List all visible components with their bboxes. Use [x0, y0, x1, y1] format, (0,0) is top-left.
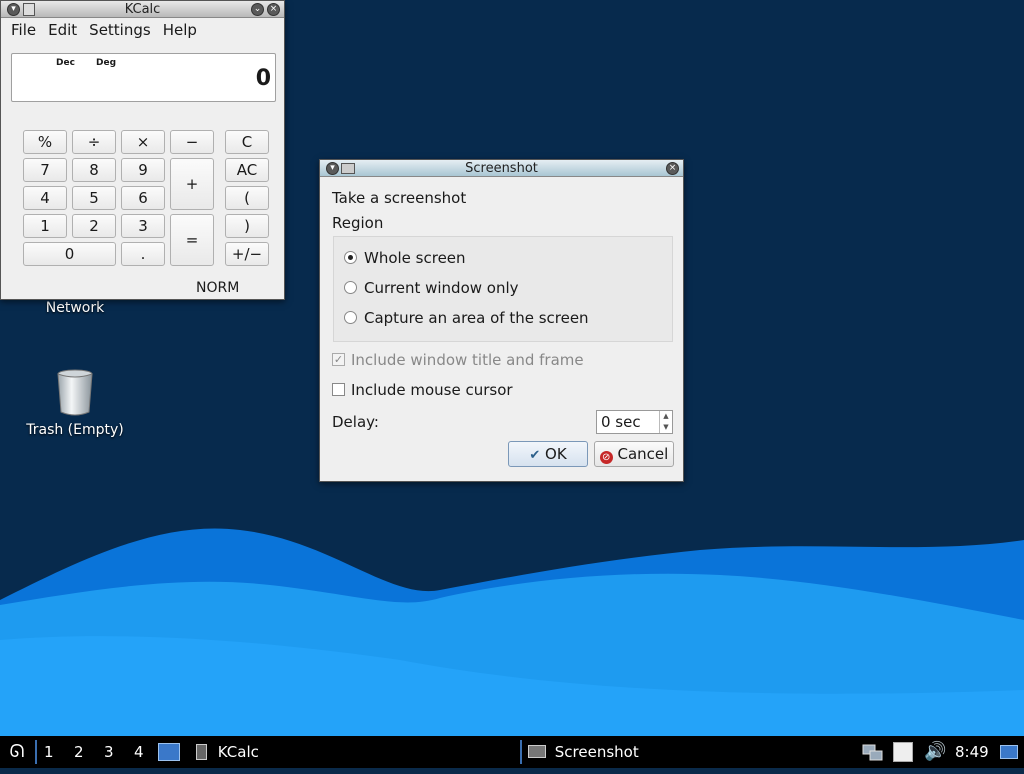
cancel-button[interactable]: ⊘ Cancel	[594, 441, 674, 467]
ok-label: OK	[545, 445, 567, 463]
button-decimal[interactable]: .	[121, 242, 165, 266]
calculator-display: Dec Deg 0	[11, 53, 276, 102]
kcalc-menubar: File Edit Settings Help	[1, 18, 284, 42]
region-label: Region	[332, 214, 384, 232]
button-6[interactable]: 6	[121, 186, 165, 210]
minimize-icon[interactable]: ⌄	[251, 3, 264, 16]
include-frame-label: Include window title and frame	[351, 351, 584, 369]
button-0[interactable]: 0	[23, 242, 116, 266]
volume-icon[interactable]: 🔊	[924, 736, 946, 768]
checkbox-include-frame[interactable]: ✓	[332, 353, 345, 366]
menu-edit[interactable]: Edit	[42, 20, 83, 40]
spin-arrows-icon[interactable]: ▲ ▼	[659, 411, 672, 433]
trash-icon	[57, 369, 93, 416]
button-1[interactable]: 1	[23, 214, 67, 238]
close-icon[interactable]: ×	[267, 3, 280, 16]
window-menu-icon[interactable]: ▾	[326, 162, 339, 175]
camera-icon	[528, 745, 546, 758]
button-minus[interactable]: −	[170, 130, 214, 154]
delay-spinbox[interactable]: 0 sec ▲ ▼	[596, 410, 673, 434]
delay-value: 0 sec	[601, 413, 641, 431]
screenshot-titlebar[interactable]: ▾ Screenshot ×	[320, 160, 683, 177]
calculator-icon	[23, 3, 35, 16]
workspace-3[interactable]: 3	[104, 736, 114, 768]
show-desktop-icon[interactable]	[158, 743, 180, 761]
button-9[interactable]: 9	[121, 158, 165, 182]
notes-icon[interactable]	[893, 742, 913, 762]
button-close-paren[interactable]: )	[225, 214, 269, 238]
close-icon[interactable]: ×	[666, 162, 679, 175]
window-title: Screenshot	[465, 161, 538, 176]
angle-mode-indicator: Deg	[96, 58, 117, 68]
button-open-paren[interactable]: (	[225, 186, 269, 210]
radio-capture-area[interactable]	[344, 311, 357, 324]
kcalc-titlebar[interactable]: ▾ KCalc ⌄ ×	[1, 1, 284, 18]
network-manager-icon[interactable]	[862, 742, 884, 762]
display-value: 0	[255, 66, 271, 91]
option-label-whole-screen[interactable]: Whole screen	[364, 249, 466, 267]
desktop-switch-icon[interactable]	[1000, 745, 1018, 759]
menu-help[interactable]: Help	[157, 20, 203, 40]
task-label: KCalc	[217, 743, 259, 761]
base-mode-indicator: Dec	[56, 58, 75, 68]
option-label-current-window[interactable]: Current window only	[364, 279, 519, 297]
checkbox-include-cursor[interactable]	[332, 383, 345, 396]
ok-button[interactable]: ✔ OK	[508, 441, 588, 467]
task-active-indicator	[520, 740, 522, 764]
button-percent[interactable]: %	[23, 130, 67, 154]
clock[interactable]: 8:49	[955, 736, 989, 768]
cancel-label: Cancel	[617, 445, 669, 463]
desktop-icon-label: Network	[45, 300, 105, 316]
button-5[interactable]: 5	[72, 186, 116, 210]
window-title: KCalc	[124, 2, 161, 17]
button-4[interactable]: 4	[23, 186, 67, 210]
dialog-heading: Take a screenshot	[332, 189, 467, 207]
desktop-icon-trash[interactable]: Trash (Empty)	[22, 368, 128, 438]
desktop-icon-label: Trash (Empty)	[26, 422, 124, 438]
cancel-icon: ⊘	[599, 451, 613, 464]
button-plus-minus[interactable]: +/−	[225, 242, 269, 266]
status-bar-text: NORM	[196, 280, 240, 296]
button-8[interactable]: 8	[72, 158, 116, 182]
button-2[interactable]: 2	[72, 214, 116, 238]
menu-file[interactable]: File	[5, 20, 42, 40]
menu-settings[interactable]: Settings	[83, 20, 157, 40]
button-equals[interactable]: =	[170, 214, 214, 266]
radio-current-window[interactable]	[344, 281, 357, 294]
button-multiply[interactable]: ×	[121, 130, 165, 154]
button-all-clear[interactable]: AC	[225, 158, 269, 182]
window-menu-icon[interactable]: ▾	[7, 3, 20, 16]
radio-whole-screen[interactable]	[344, 251, 357, 264]
button-clear[interactable]: C	[225, 130, 269, 154]
button-3[interactable]: 3	[121, 214, 165, 238]
option-label-capture-area[interactable]: Capture an area of the screen	[364, 309, 589, 327]
workspace-1[interactable]: 1	[44, 736, 54, 768]
kcalc-window: ▾ KCalc ⌄ × File Edit Settings Help Dec …	[0, 0, 285, 300]
task-kcalc[interactable]: KCalc	[196, 736, 496, 768]
button-plus[interactable]: +	[170, 158, 214, 210]
calculator-icon	[196, 744, 207, 760]
task-label: Screenshot	[554, 743, 639, 761]
taskbar: ᘏ 1 2 3 4 KCalc Screenshot 🔊 8:49	[0, 736, 1024, 768]
workspace-4[interactable]: 4	[134, 736, 144, 768]
start-menu-icon[interactable]: ᘏ	[4, 736, 30, 768]
workspace-2[interactable]: 2	[74, 736, 84, 768]
task-screenshot[interactable]: Screenshot	[528, 736, 828, 768]
checkmark-icon: ✔	[529, 448, 541, 463]
screenshot-dialog: ▾ Screenshot × Take a screenshot Region …	[319, 159, 684, 482]
delay-label: Delay:	[332, 413, 379, 431]
button-7[interactable]: 7	[23, 158, 67, 182]
camera-icon	[341, 163, 355, 174]
button-divide[interactable]: ÷	[72, 130, 116, 154]
workspace-active-indicator	[35, 740, 37, 764]
include-cursor-label[interactable]: Include mouse cursor	[351, 381, 513, 399]
